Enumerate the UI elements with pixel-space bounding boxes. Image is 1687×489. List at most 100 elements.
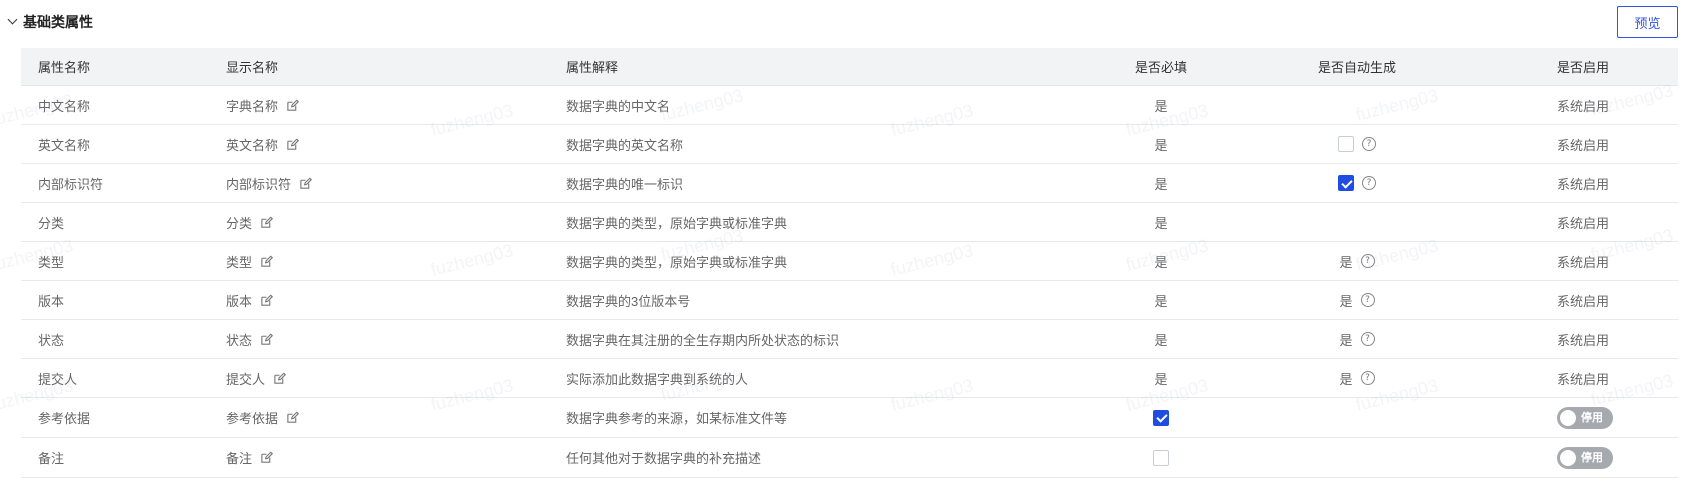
table-row: 版本 版本 数据字典的3位版本号是是? 系统启用 — [21, 281, 1678, 320]
auto-generate-cell: ? — [1297, 125, 1417, 163]
edit-icon[interactable] — [286, 138, 299, 151]
edit-icon[interactable] — [299, 177, 312, 190]
enabled-value: 系统启用 — [1557, 98, 1610, 114]
attribute-description: 数据字典的类型，原始字典或标准字典 — [566, 254, 788, 270]
display-name-cell: 字典名称 — [226, 86, 299, 124]
required-value: 是 — [1154, 176, 1168, 192]
enabled-value: 系统启用 — [1557, 215, 1610, 231]
required-value: 是 — [1154, 332, 1168, 348]
toggle-label: 停用 — [1581, 411, 1603, 424]
display-name: 字典名称 — [226, 98, 279, 114]
column-header-required: 是否必填 — [1134, 60, 1187, 75]
enable-toggle[interactable]: 停用 — [1557, 406, 1613, 429]
required-checkbox[interactable] — [1153, 409, 1169, 426]
attribute-name: 备注 — [38, 451, 65, 466]
attribute-name: 中文名称 — [38, 98, 91, 114]
auto-generate-checkbox[interactable] — [1338, 136, 1354, 152]
required-value: 是 — [1154, 254, 1168, 270]
display-name: 参考依据 — [226, 411, 279, 426]
required-value: 是 — [1154, 137, 1168, 153]
table-row: 中文名称 字典名称 数据字典的中文名 是 系统启用 — [21, 86, 1678, 125]
attribute-description: 数据字典的唯一标识 — [566, 176, 684, 192]
enable-toggle[interactable]: 停用 — [1557, 446, 1613, 469]
table-row: 类型 类型 数据字典的类型，原始字典或标准字典是是? 系统启用 — [21, 242, 1678, 281]
enabled-cell: 停用 — [1557, 398, 1613, 437]
table-row: 参考依据 参考依据 数据字典参考的来源，如某标准文件等 停用 — [21, 398, 1678, 438]
display-name: 版本 — [226, 293, 253, 309]
edit-icon[interactable] — [286, 411, 299, 424]
table-row: 状态 状态 数据字典在其注册的全生存期内所处状态的标识是是? 系统启用 — [21, 320, 1678, 359]
auto-generate-cell: 是? — [1297, 359, 1417, 397]
column-header-description: 属性解释 — [566, 60, 619, 75]
auto-generate-cell: 是? — [1297, 320, 1417, 358]
auto-generate-value: 是 — [1339, 254, 1353, 270]
table-row: 备注 备注 任何其他对于数据字典的补充描述 停用 — [21, 438, 1678, 478]
enabled-value: 系统启用 — [1557, 293, 1610, 309]
column-header-auto-generate: 是否自动生成 — [1317, 60, 1396, 75]
help-icon[interactable]: ? — [1360, 293, 1375, 307]
attribute-description: 数据字典的类型，原始字典或标准字典 — [566, 215, 788, 231]
edit-icon[interactable] — [260, 216, 273, 229]
required-checkbox[interactable] — [1153, 449, 1169, 466]
edit-icon[interactable] — [260, 294, 273, 307]
edit-icon[interactable] — [273, 372, 286, 385]
attribute-description: 数据字典的英文名称 — [566, 137, 684, 153]
auto-generate-checkbox[interactable] — [1338, 175, 1354, 191]
attribute-description: 数据字典的3位版本号 — [566, 293, 691, 309]
table-row: 内部标识符 内部标识符 数据字典的唯一标识 是? 系统启用 — [21, 164, 1678, 203]
table-row: 分类 分类 数据字典的类型，原始字典或标准字典 是 系统启用 — [21, 203, 1678, 242]
attribute-name: 版本 — [38, 293, 65, 309]
help-icon[interactable]: ? — [1362, 176, 1376, 190]
attribute-name: 类型 — [38, 254, 65, 270]
attribute-description: 数据字典参考的来源，如某标准文件等 — [566, 411, 788, 426]
help-icon[interactable]: ? — [1362, 137, 1376, 151]
edit-icon[interactable] — [260, 333, 273, 346]
help-icon[interactable]: ? — [1360, 371, 1375, 385]
edit-icon[interactable] — [260, 451, 273, 464]
enabled-value: 系统启用 — [1557, 371, 1610, 387]
toggle-knob — [1560, 449, 1576, 466]
enabled-cell: 停用 — [1557, 438, 1613, 477]
required-cell — [1111, 438, 1211, 477]
table-header: 属性名称 显示名称 属性解释 是否必填 是否自动生成 是否启用 — [21, 48, 1678, 86]
table-row: 英文名称 英文名称 数据字典的英文名称 是? 系统启用 — [21, 125, 1678, 164]
table-body: 中文名称 字典名称 数据字典的中文名是系统启用 英文名称 英文名称 数据字典的英文名称是?… — [21, 86, 1678, 478]
display-name-cell: 备注 — [226, 438, 273, 477]
required-value: 是 — [1154, 215, 1168, 231]
display-name: 状态 — [226, 332, 253, 348]
section-title: 基础类属性 — [23, 14, 93, 30]
enabled-value: 系统启用 — [1557, 332, 1610, 348]
enabled-value: 系统启用 — [1557, 176, 1610, 192]
preview-button[interactable]: 预览 — [1617, 6, 1678, 38]
display-name: 分类 — [226, 215, 253, 231]
help-icon[interactable]: ? — [1360, 254, 1375, 268]
attribute-name: 参考依据 — [38, 411, 91, 426]
display-name-cell: 类型 — [226, 242, 273, 280]
display-name-cell: 内部标识符 — [226, 164, 312, 202]
section-collapse-toggle[interactable]: 基础类属性 — [6, 12, 93, 32]
enabled-value: 系统启用 — [1557, 254, 1610, 270]
display-name: 提交人 — [226, 371, 266, 387]
edit-icon[interactable] — [260, 255, 273, 268]
chevron-down-icon — [6, 15, 20, 29]
edit-icon[interactable] — [286, 99, 299, 112]
auto-generate-cell: 是? — [1297, 242, 1417, 280]
display-name-cell: 参考依据 — [226, 398, 299, 437]
column-header-name: 属性名称 — [38, 60, 91, 75]
attribute-description: 数据字典的中文名 — [566, 98, 671, 114]
attribute-name: 内部标识符 — [38, 176, 104, 192]
display-name: 英文名称 — [226, 137, 279, 153]
help-icon[interactable]: ? — [1360, 332, 1375, 346]
display-name: 备注 — [226, 451, 253, 466]
table-row: 提交人 提交人 实际添加此数据字典到系统的人是是? 系统启用 — [21, 359, 1678, 398]
required-cell — [1111, 398, 1211, 437]
auto-generate-value: 是 — [1339, 293, 1353, 309]
attribute-name: 提交人 — [38, 371, 78, 387]
toggle-label: 停用 — [1581, 451, 1603, 464]
attribute-description: 任何其他对于数据字典的补充描述 — [566, 451, 762, 466]
section-header: 基础类属性 预览 — [0, 0, 1687, 42]
attribute-name: 分类 — [38, 215, 65, 231]
attribute-description: 实际添加此数据字典到系统的人 — [566, 371, 749, 387]
required-value: 是 — [1154, 98, 1168, 114]
display-name-cell: 分类 — [226, 203, 273, 241]
